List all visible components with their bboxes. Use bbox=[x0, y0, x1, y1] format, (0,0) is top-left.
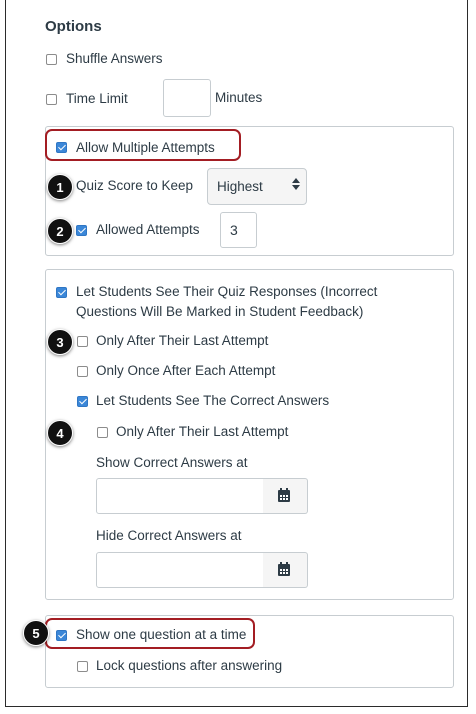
allowed-attempts-checkbox[interactable] bbox=[76, 225, 87, 236]
options-heading: Options bbox=[45, 18, 102, 35]
step-badge-3: 3 bbox=[47, 329, 73, 355]
only-after-last-attempt-checkbox[interactable] bbox=[77, 336, 88, 347]
calendar-icon bbox=[278, 488, 290, 502]
show-correct-answers-at-label: Show Correct Answers at bbox=[96, 455, 248, 470]
calendar-icon bbox=[278, 562, 290, 576]
only-after-last-attempt-label: Only After Their Last Attempt bbox=[96, 333, 269, 348]
time-limit-input[interactable] bbox=[163, 79, 211, 117]
step-badge-4: 4 bbox=[47, 420, 73, 446]
step-badge-5: 5 bbox=[23, 620, 49, 646]
show-one-question-label: Show one question at a time bbox=[76, 627, 247, 642]
quiz-score-to-keep-label: Quiz Score to Keep bbox=[76, 178, 194, 193]
quiz-score-to-keep-value: Highest bbox=[217, 179, 263, 194]
correct-only-after-last-checkbox[interactable] bbox=[97, 427, 108, 438]
time-limit-label: Time Limit bbox=[66, 91, 128, 106]
hide-correct-answers-at-label: Hide Correct Answers at bbox=[96, 528, 242, 543]
minutes-label: Minutes bbox=[215, 90, 263, 105]
see-responses-checkbox[interactable] bbox=[56, 287, 67, 298]
lock-questions-label: Lock questions after answering bbox=[96, 658, 283, 673]
show-correct-date-picker-button[interactable] bbox=[263, 478, 308, 514]
time-limit-checkbox[interactable] bbox=[46, 94, 57, 105]
allowed-attempts-label: Allowed Attempts bbox=[96, 222, 200, 237]
only-once-after-each-checkbox[interactable] bbox=[77, 366, 88, 377]
correct-only-after-last-label: Only After Their Last Attempt bbox=[116, 424, 289, 439]
only-once-after-each-label: Only Once After Each Attempt bbox=[96, 363, 276, 378]
hide-correct-answers-date-input[interactable] bbox=[96, 552, 264, 588]
see-responses-label-line2: Questions Will Be Marked in Student Feed… bbox=[76, 304, 364, 319]
lock-questions-checkbox[interactable] bbox=[77, 661, 88, 672]
shuffle-answers-checkbox[interactable] bbox=[46, 54, 57, 65]
show-correct-answers-date-input[interactable] bbox=[96, 478, 264, 514]
allow-multiple-attempts-label: Allow Multiple Attempts bbox=[76, 140, 215, 155]
shuffle-answers-label: Shuffle Answers bbox=[66, 51, 163, 66]
allowed-attempts-input[interactable]: 3 bbox=[220, 212, 257, 248]
see-correct-answers-checkbox[interactable] bbox=[77, 396, 88, 407]
allow-multiple-attempts-checkbox[interactable] bbox=[56, 142, 67, 153]
quiz-score-to-keep-select[interactable]: Highest bbox=[207, 168, 307, 205]
see-responses-label-line1: Let Students See Their Quiz Responses (I… bbox=[76, 284, 378, 299]
hide-correct-date-picker-button[interactable] bbox=[263, 552, 308, 588]
see-correct-answers-label: Let Students See The Correct Answers bbox=[96, 393, 330, 408]
step-badge-2: 2 bbox=[47, 218, 73, 244]
step-badge-1: 1 bbox=[47, 174, 73, 200]
show-one-question-checkbox[interactable] bbox=[56, 630, 67, 641]
select-arrows-icon bbox=[292, 176, 300, 192]
